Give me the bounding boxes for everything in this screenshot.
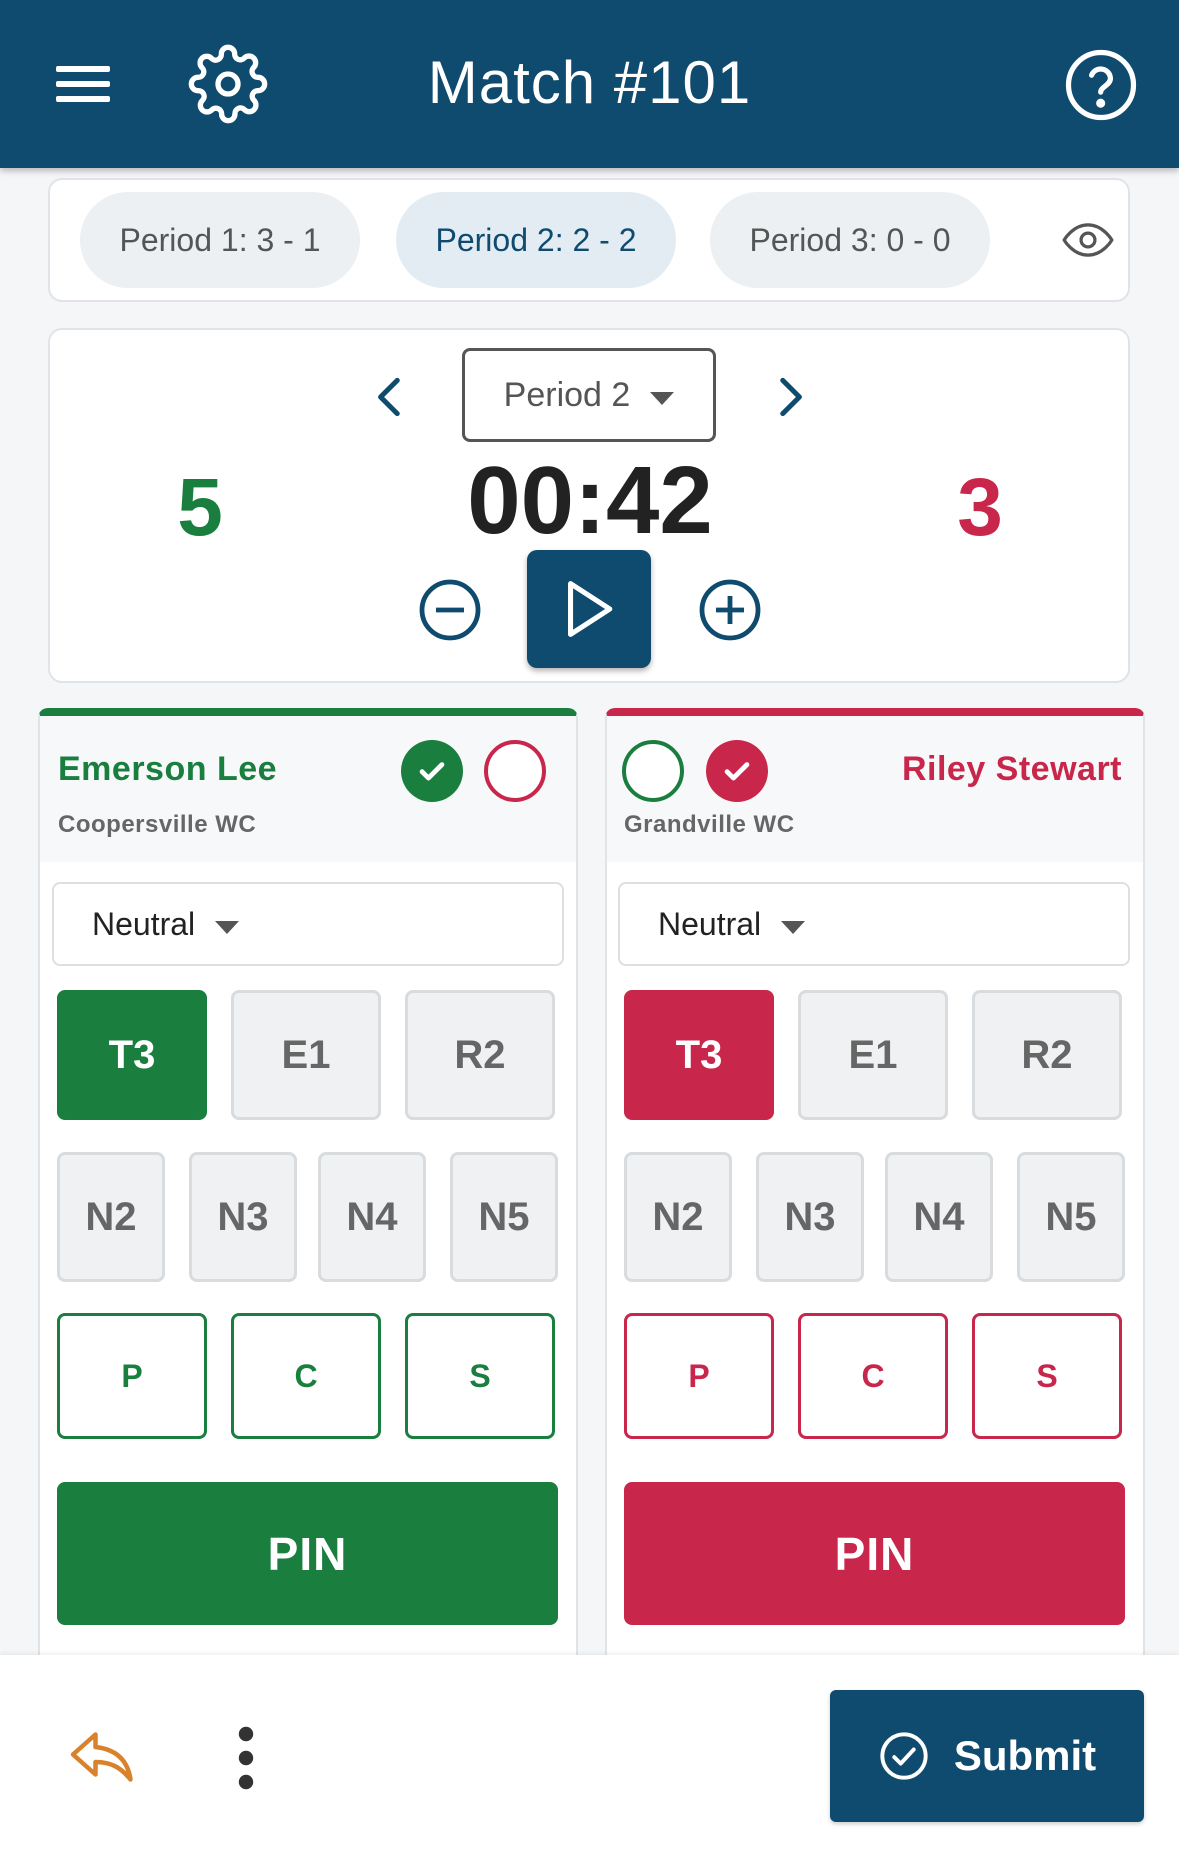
move-button-n3-left[interactable]: N3 <box>189 1152 297 1282</box>
move-button-n4-left[interactable]: N4 <box>318 1152 426 1282</box>
chevron-down-icon <box>781 920 806 934</box>
move-button-e1-left[interactable]: E1 <box>231 990 381 1120</box>
penalty-button-c-right[interactable]: C <box>798 1313 948 1439</box>
chevron-right-icon[interactable] <box>764 372 814 422</box>
help-icon[interactable] <box>1062 46 1140 124</box>
move-button-n5-left[interactable]: N5 <box>450 1152 558 1282</box>
period-chip-2[interactable]: Period 2: 2 - 2 <box>396 192 676 288</box>
wrestler-name-right: Riley Stewart <box>901 750 1122 788</box>
play-button[interactable] <box>527 550 651 668</box>
check-icon[interactable] <box>401 740 463 802</box>
gear-icon[interactable] <box>188 44 268 124</box>
move-button-n2-right[interactable]: N2 <box>624 1152 732 1282</box>
move-button-r2-left[interactable]: R2 <box>405 990 555 1120</box>
score-left: 5 <box>177 462 223 553</box>
match-clock: 00:42 <box>467 447 713 554</box>
chevron-down-icon <box>650 391 675 405</box>
move-button-t3-left[interactable]: T3 <box>57 990 207 1120</box>
position-select-right[interactable]: Neutral <box>618 882 1130 966</box>
penalty-button-p-left[interactable]: P <box>57 1313 207 1439</box>
move-button-n5-right[interactable]: N5 <box>1017 1152 1125 1282</box>
period-chip-1[interactable]: Period 1: 3 - 1 <box>80 192 360 288</box>
move-button-n3-right[interactable]: N3 <box>756 1152 864 1282</box>
wrestler-team-right: Grandville WC <box>624 811 795 838</box>
move-button-t3-right[interactable]: T3 <box>624 990 774 1120</box>
move-button-n4-right[interactable]: N4 <box>885 1152 993 1282</box>
period-select[interactable]: Period 2 <box>462 348 716 442</box>
undo-icon[interactable] <box>68 1726 138 1788</box>
wrestler-header-right <box>607 716 1143 862</box>
move-button-e1-right[interactable]: E1 <box>798 990 948 1120</box>
play-icon <box>568 581 613 637</box>
chevron-left-icon[interactable] <box>366 372 416 422</box>
check-circle-icon <box>880 1732 928 1780</box>
check-icon[interactable] <box>706 740 768 802</box>
position-select-left[interactable]: Neutral <box>52 882 564 966</box>
penalty-button-s-left[interactable]: S <box>405 1313 555 1439</box>
submit-label: Submit <box>953 1732 1097 1779</box>
submit-button[interactable]: Submit <box>830 1690 1144 1822</box>
penalty-button-c-left[interactable]: C <box>231 1313 381 1439</box>
score-right: 3 <box>957 462 1003 553</box>
select-circle-green[interactable] <box>622 740 684 802</box>
pin-button-right[interactable]: PIN <box>624 1482 1125 1625</box>
minus-icon[interactable] <box>418 578 482 642</box>
select-circle-red[interactable] <box>484 740 546 802</box>
wrestler-name-left: Emerson Lee <box>58 750 278 788</box>
period-chip-3[interactable]: Period 3: 0 - 0 <box>710 192 990 288</box>
move-button-n2-left[interactable]: N2 <box>57 1152 165 1282</box>
position-value-left: Neutral <box>92 905 196 942</box>
penalty-button-s-right[interactable]: S <box>972 1313 1122 1439</box>
menu-icon[interactable] <box>50 60 116 108</box>
page-title: Match #101 <box>427 49 752 116</box>
chevron-down-icon <box>215 920 240 934</box>
eye-icon[interactable] <box>1062 218 1114 262</box>
penalty-button-p-right[interactable]: P <box>624 1313 774 1439</box>
move-button-r2-right[interactable]: R2 <box>972 990 1122 1120</box>
pin-button-left[interactable]: PIN <box>57 1482 558 1625</box>
wrestler-team-left: Coopersville WC <box>58 811 257 838</box>
more-vertical-icon[interactable] <box>228 1722 264 1794</box>
period-select-value: Period 2 <box>503 375 631 414</box>
plus-icon[interactable] <box>698 578 762 642</box>
position-value-right: Neutral <box>658 905 762 942</box>
